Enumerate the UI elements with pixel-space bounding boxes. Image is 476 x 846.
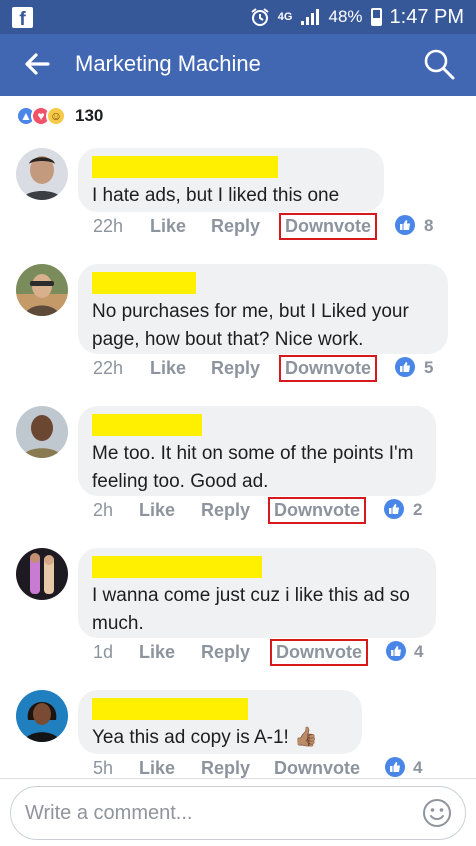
comment-time: 22h	[93, 216, 124, 236]
alarm-icon	[251, 8, 269, 26]
downvote-button[interactable]: Downvote	[270, 639, 369, 666]
reactions-summary[interactable]: ▲ ♥ ☺ 130	[16, 104, 103, 128]
app-bar: Marketing Machine	[0, 34, 476, 96]
like-count: 4	[414, 642, 424, 661]
network-type: 4G	[277, 11, 293, 23]
downvote-button[interactable]: Downvote	[279, 355, 378, 382]
status-bar: f 4G 48% 1:47 PM	[0, 0, 476, 34]
battery-percent: 48%	[328, 7, 363, 26]
redacted-name	[92, 156, 278, 178]
downvote-button[interactable]: Downvote	[268, 497, 367, 524]
like-count: 5	[424, 358, 434, 377]
downvote-button[interactable]: Downvote	[279, 213, 378, 240]
avatar[interactable]	[16, 548, 68, 600]
emoji-icon[interactable]	[422, 798, 452, 828]
comment-time: 1d	[93, 642, 114, 662]
clock: 1:47 PM	[389, 5, 464, 28]
like-button[interactable]: Like	[139, 500, 175, 521]
reply-button[interactable]: Reply	[211, 358, 260, 379]
avatar[interactable]	[16, 690, 68, 742]
redacted-name	[92, 272, 196, 294]
signal-icon	[301, 9, 320, 25]
like-button[interactable]: Like	[139, 642, 175, 663]
comment-text: Yea this ad copy is A-1! 👍🏽	[92, 727, 318, 748]
avatar[interactable]	[16, 148, 68, 200]
like-button[interactable]: Like	[150, 216, 186, 237]
like-count-icon	[395, 357, 415, 377]
status-indicators: 4G 48% 1:47 PM	[250, 6, 464, 28]
like-count-icon	[385, 757, 405, 777]
comment-text: I wanna come just cuz i like this ad so …	[92, 585, 410, 634]
battery-icon	[370, 8, 382, 26]
comment-bubble[interactable]: Yea this ad copy is A-1! 👍🏽	[78, 690, 362, 754]
reply-button[interactable]: Reply	[211, 216, 260, 237]
downvote-button[interactable]: Downvote	[274, 758, 360, 779]
redacted-name	[92, 698, 248, 720]
like-count-icon	[395, 215, 415, 235]
comment-text: I hate ads, but I liked this one	[92, 185, 340, 206]
haha-reaction-icon: ☺	[46, 106, 66, 126]
reply-button[interactable]: Reply	[201, 642, 250, 663]
comment-time: 22h	[93, 358, 124, 378]
comment-bubble[interactable]: No purchases for me, but I Liked your pa…	[78, 264, 448, 354]
like-count: 8	[424, 216, 434, 235]
reply-button[interactable]: Reply	[201, 758, 250, 779]
comment-input[interactable]	[10, 786, 466, 840]
reply-button[interactable]: Reply	[201, 500, 250, 521]
redacted-name	[92, 556, 262, 578]
like-button[interactable]: Like	[139, 758, 175, 779]
comment-bubble[interactable]: Me too. It hit on some of the points I'm…	[78, 406, 436, 496]
comment-time: 2h	[93, 500, 114, 520]
search-icon[interactable]	[422, 47, 456, 81]
like-count-icon	[386, 641, 406, 661]
comment-text: No purchases for me, but I Liked your pa…	[92, 301, 409, 350]
comment-text: Me too. It hit on some of the points I'm…	[92, 443, 414, 492]
back-arrow-icon[interactable]	[22, 49, 52, 79]
like-count: 2	[413, 500, 423, 519]
like-count: 4	[413, 758, 423, 777]
page-title: Marketing Machine	[75, 51, 261, 76]
redacted-name	[92, 414, 202, 436]
comment-composer	[0, 778, 476, 846]
avatar[interactable]	[16, 406, 68, 458]
comment-bubble[interactable]: I wanna come just cuz i like this ad so …	[78, 548, 436, 638]
facebook-notification-icon: f	[12, 7, 33, 28]
comment-bubble[interactable]: I hate ads, but I liked this one	[78, 148, 384, 212]
comment-time: 5h	[93, 758, 114, 778]
avatar[interactable]	[16, 264, 68, 316]
like-count-icon	[384, 499, 404, 519]
like-button[interactable]: Like	[150, 358, 186, 379]
reaction-count: 130	[75, 106, 104, 125]
